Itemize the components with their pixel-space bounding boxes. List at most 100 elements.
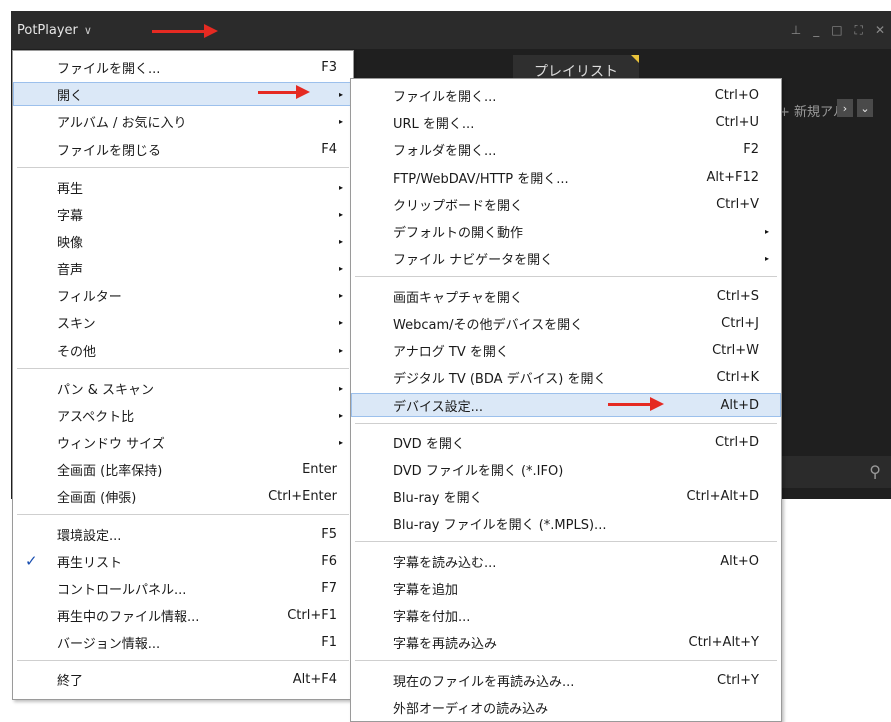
menu-item-album-favorites[interactable]: アルバム / お気に入り ▸ <box>13 109 353 133</box>
submenu-item-open-dvd[interactable]: DVD を開く Ctrl+D <box>351 430 781 454</box>
menu-item-shortcut: F6 <box>321 553 337 569</box>
menu-item-label: デバイス設定... <box>393 399 484 415</box>
open-submenu: ファイルを開く... Ctrl+O URL を開く... Ctrl+U フォルダ… <box>350 78 782 722</box>
menu-item-label: パン & スキャン <box>57 382 155 398</box>
submenu-item-open-dvd-file[interactable]: DVD ファイルを開く (*.IFO) <box>351 457 781 481</box>
submenu-item-file-navigator[interactable]: ファイル ナビゲータを開く ▸ <box>351 246 781 270</box>
menu-item-skin[interactable]: スキン ▸ <box>13 310 353 334</box>
menu-item-exit[interactable]: 終了 Alt+F4 <box>13 667 353 691</box>
submenu-item-default-open-action[interactable]: デフォルトの開く動作 ▸ <box>351 219 781 243</box>
submenu-item-analog-tv[interactable]: アナログ TV を開く Ctrl+W <box>351 338 781 362</box>
menu-item-pan-scan[interactable]: パン & スキャン ▸ <box>13 376 353 400</box>
menu-item-label: 映像 <box>57 235 84 251</box>
menu-separator <box>355 276 777 277</box>
window-controls: ⊥ _ □ ⛶ ✕ <box>791 11 885 49</box>
menu-item-aspect-ratio[interactable]: アスペクト比 ▸ <box>13 403 353 427</box>
submenu-item-attach-subtitle[interactable]: 字幕を付加... <box>351 603 781 627</box>
submenu-arrow-icon: ▸ <box>338 345 343 355</box>
submenu-item-reload-subtitle[interactable]: 字幕を再読み込み Ctrl+Alt+Y <box>351 630 781 654</box>
submenu-item-open-url[interactable]: URL を開く... Ctrl+U <box>351 110 781 134</box>
menu-item-file-info[interactable]: 再生中のファイル情報... Ctrl+F1 <box>13 603 353 627</box>
menu-item-subtitles[interactable]: 字幕 ▸ <box>13 202 353 226</box>
submenu-item-load-subtitle[interactable]: 字幕を読み込む... Alt+O <box>351 549 781 573</box>
menu-item-other[interactable]: その他 ▸ <box>13 338 353 362</box>
app-menu-button[interactable]: PotPlayer ∨ <box>11 11 121 49</box>
submenu-item-open-bluray[interactable]: Blu-ray を開く Ctrl+Alt+D <box>351 484 781 508</box>
menu-item-label: アルバム / お気に入り <box>57 115 187 131</box>
submenu-item-open-folder[interactable]: フォルダを開く... F2 <box>351 137 781 161</box>
menu-item-open-file[interactable]: ファイルを開く... F3 <box>13 55 353 79</box>
menu-item-label: 字幕を付加... <box>393 609 471 625</box>
menu-item-label: 全画面 (伸張) <box>57 490 137 506</box>
menu-item-label: Blu-ray を開く <box>393 490 483 506</box>
next-arrow-icon[interactable]: › <box>837 99 853 117</box>
menu-item-version-info[interactable]: バージョン情報... F1 <box>13 630 353 654</box>
submenu-item-open-file[interactable]: ファイルを開く... Ctrl+O <box>351 83 781 107</box>
menu-item-video[interactable]: 映像 ▸ <box>13 229 353 253</box>
minimize-icon[interactable]: _ <box>813 23 819 37</box>
submenu-item-device-settings[interactable]: デバイス設定... Alt+D <box>351 393 781 417</box>
menu-item-label: その他 <box>57 344 97 360</box>
menu-item-label: アナログ TV を開く <box>393 344 509 360</box>
search-icon[interactable]: ⚲ <box>869 462 881 481</box>
submenu-arrow-icon: ▸ <box>338 290 343 300</box>
submenu-arrow-icon: ▸ <box>338 89 343 99</box>
submenu-item-open-clipboard[interactable]: クリップボードを開く Ctrl+V <box>351 192 781 216</box>
menu-item-label: ウィンドウ サイズ <box>57 436 165 452</box>
submenu-item-digital-tv[interactable]: デジタル TV (BDA デバイス) を開く Ctrl+K <box>351 365 781 389</box>
menu-item-shortcut: Alt+F12 <box>706 169 759 185</box>
playlist-search[interactable]: ⚲ <box>777 456 891 488</box>
submenu-arrow-icon: ▸ <box>338 182 343 192</box>
menu-item-shortcut: F4 <box>321 141 337 157</box>
menu-item-label: 再生 <box>57 181 84 197</box>
menu-item-label: 環境設定... <box>57 528 122 544</box>
submenu-item-screen-capture[interactable]: 画面キャプチャを開く Ctrl+S <box>351 284 781 308</box>
menu-item-label: 現在のファイルを再読み込み... <box>393 674 575 690</box>
app-name: PotPlayer <box>17 22 78 38</box>
menu-item-label: 再生中のファイル情報... <box>57 609 200 625</box>
menu-item-preferences[interactable]: 環境設定... F5 <box>13 522 353 546</box>
menu-item-window-size[interactable]: ウィンドウ サイズ ▸ <box>13 430 353 454</box>
submenu-item-open-ftp[interactable]: FTP/WebDAV/HTTP を開く... Alt+F12 <box>351 165 781 189</box>
menu-item-close-file[interactable]: ファイルを閉じる F4 <box>13 137 353 161</box>
menu-item-fullscreen-keep-ratio[interactable]: 全画面 (比率保持) Enter <box>13 457 353 481</box>
submenu-arrow-icon: ▸ <box>338 116 343 126</box>
menu-item-label: 音声 <box>57 262 84 278</box>
close-icon[interactable]: ✕ <box>875 23 885 37</box>
main-context-menu: ファイルを開く... F3 開く ▸ アルバム / お気に入り ▸ ファイルを閉… <box>12 50 354 700</box>
menu-item-label: フィルター <box>57 289 122 305</box>
submenu-arrow-icon: ▸ <box>338 317 343 327</box>
menu-item-shortcut: Ctrl+Alt+D <box>686 488 759 504</box>
menu-item-label: 字幕を再読み込み <box>393 636 498 652</box>
submenu-item-webcam[interactable]: Webcam/その他デバイスを開く Ctrl+J <box>351 311 781 335</box>
submenu-arrow-icon: ▸ <box>338 209 343 219</box>
submenu-item-reload-file[interactable]: 現在のファイルを再読み込み... Ctrl+Y <box>351 668 781 692</box>
menu-item-shortcut: Ctrl+O <box>714 87 759 103</box>
menu-item-playlist[interactable]: ✓ 再生リスト F6 <box>13 549 353 573</box>
menu-item-shortcut: Ctrl+K <box>716 369 759 385</box>
menu-item-label: スキン <box>57 316 96 332</box>
new-album-button[interactable]: + 新規アル <box>779 101 846 120</box>
submenu-item-open-bluray-file[interactable]: Blu-ray ファイルを開く (*.MPLS)... <box>351 511 781 535</box>
menu-item-fullscreen-stretch[interactable]: 全画面 (伸張) Ctrl+Enter <box>13 484 353 508</box>
menu-separator <box>17 167 349 168</box>
menu-item-label: 再生リスト <box>57 555 123 571</box>
maximize-icon[interactable]: □ <box>831 23 842 37</box>
submenu-item-load-external-audio[interactable]: 外部オーディオの読み込み <box>351 695 781 719</box>
fullscreen-icon[interactable]: ⛶ <box>855 23 863 38</box>
submenu-arrow-icon: ▸ <box>338 263 343 273</box>
menu-item-shortcut: Enter <box>302 461 337 477</box>
menu-item-audio[interactable]: 音声 ▸ <box>13 256 353 280</box>
chevron-down-icon: ∨ <box>83 23 92 37</box>
menu-item-playback[interactable]: 再生 ▸ <box>13 175 353 199</box>
menu-item-control-panel[interactable]: コントロールパネル... F7 <box>13 576 353 600</box>
pin-icon[interactable]: ⊥ <box>791 23 801 37</box>
menu-item-shortcut: Ctrl+V <box>716 196 759 212</box>
submenu-item-add-subtitle[interactable]: 字幕を追加 <box>351 576 781 600</box>
dropdown-icon[interactable]: ⌄ <box>857 99 873 117</box>
menu-separator <box>355 660 777 661</box>
menu-item-shortcut: Ctrl+Y <box>717 672 759 688</box>
menu-item-label: クリップボードを開く <box>393 198 524 214</box>
menu-item-filter[interactable]: フィルター ▸ <box>13 283 353 307</box>
submenu-arrow-icon: ▸ <box>764 226 769 236</box>
